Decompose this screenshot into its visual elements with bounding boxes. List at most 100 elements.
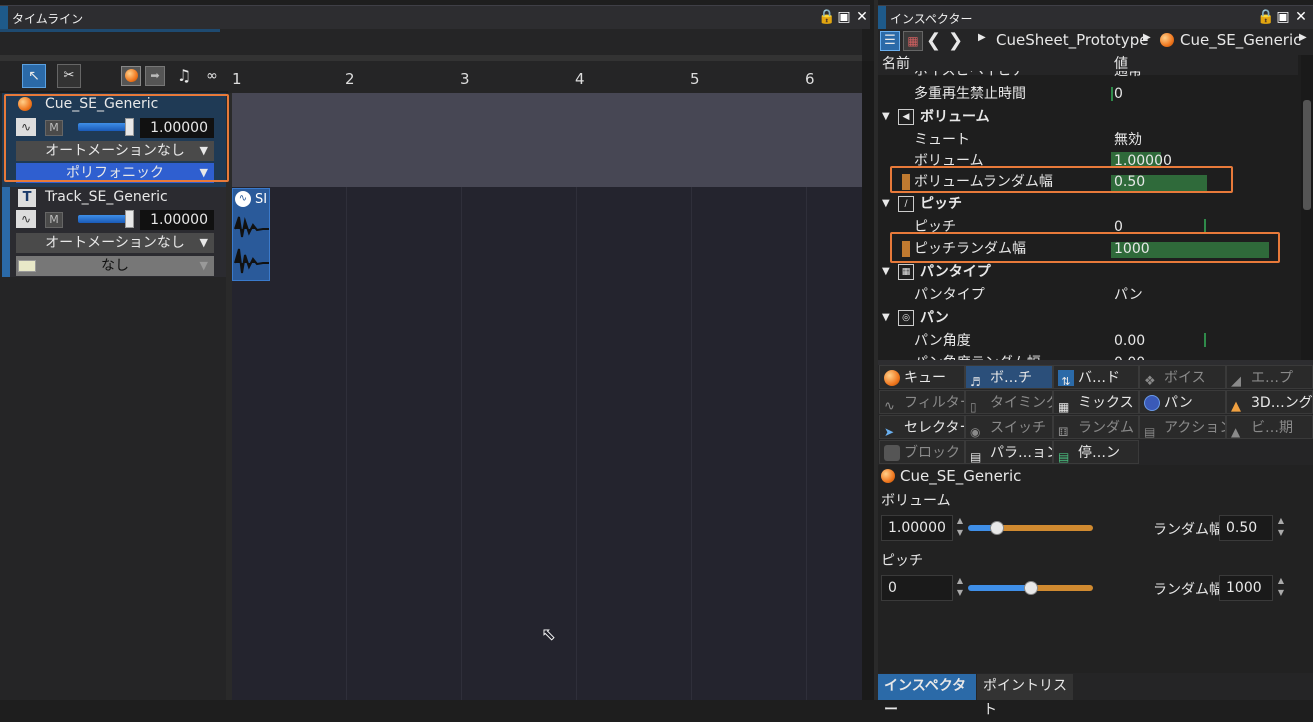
pitch-random-input[interactable]: 1000 (1219, 575, 1273, 601)
tab-timing[interactable]: ▯ タイミング (965, 390, 1053, 414)
envelope-icon: ◢ (1231, 374, 1241, 389)
pitch-random-spinner[interactable]: ▲ ▼ (1275, 575, 1287, 601)
cue-orb-icon[interactable] (121, 66, 141, 86)
volume-slider[interactable] (968, 525, 1093, 531)
pitch-slider-knob[interactable] (1024, 581, 1038, 595)
tab-beat-sync[interactable]: ▲ ビ…期 (1226, 415, 1313, 439)
volume-knob[interactable] (125, 210, 134, 228)
block-icon (884, 445, 900, 461)
history-icon[interactable]: ▦ (903, 31, 923, 51)
grid-line (461, 187, 462, 700)
property-row[interactable]: ボイスビヘイビア 通常 (878, 71, 1298, 83)
volume-random-highlight (890, 166, 1233, 193)
maximize-icon[interactable]: ▣ (836, 9, 852, 25)
chevron-down-icon: ▼ (199, 236, 208, 249)
beat-sync-icon: ▲ (1231, 425, 1241, 439)
tab-3d-positioning[interactable]: ▲ 3D…ング (1226, 390, 1313, 414)
collapse-icon[interactable]: ▼ (882, 106, 890, 128)
timeline-toolbar: ↖ ✂ ➡ ♫ ∞ (0, 61, 228, 91)
collapse-icon[interactable]: ▼ (882, 261, 890, 283)
tab-inspector[interactable]: インスペクター (878, 674, 976, 718)
mute-button[interactable]: M (45, 212, 63, 228)
audio-clip[interactable]: ∿ SI (232, 188, 270, 281)
grid-line (806, 187, 807, 700)
property-row[interactable]: パンタイプ パン (878, 284, 1298, 306)
breadcrumb-cuesheet[interactable]: CueSheet_Prototype (996, 31, 1148, 49)
list-icon[interactable]: ☰ (880, 31, 900, 51)
tab-mix[interactable]: ▦ ミックス (1053, 390, 1139, 414)
switch-icon: ◉ (970, 425, 981, 439)
scroll-thumb[interactable] (1303, 100, 1311, 210)
property-row[interactable]: パン角度 0.00 (878, 330, 1298, 352)
section-row[interactable]: ▼ ▦ パンタイプ (878, 261, 1298, 283)
property-row[interactable]: 多重再生禁止時間 0 (878, 83, 1298, 105)
random-icon: ⚅ (1058, 425, 1069, 439)
timeline-title: タイムライン (12, 12, 84, 26)
filter-icon: ∿ (884, 399, 895, 414)
section-row[interactable]: ▼ ◀ ボリューム (878, 106, 1298, 128)
tab-band[interactable]: ⇅ バ…ド (1053, 365, 1139, 389)
arrow-right-icon[interactable]: ➡ (145, 66, 165, 86)
ruler-tick: 5 (690, 70, 700, 88)
pitch-label: ピッチ (881, 553, 923, 569)
pin-icon[interactable]: 🔒 (1257, 9, 1274, 25)
automation-dropdown[interactable]: オートメーションなし ▼ (16, 233, 214, 253)
waveform (234, 216, 269, 274)
tab-switch[interactable]: ◉ スイッチ (965, 415, 1053, 439)
music-note-icon[interactable]: ♫ (174, 66, 194, 86)
volume-random-input[interactable]: 0.50 (1219, 515, 1273, 541)
property-value[interactable]: パン (1114, 284, 1143, 306)
mode-dropdown[interactable]: なし ▼ (16, 256, 214, 276)
pitch-input[interactable]: 0 (881, 575, 953, 601)
cue-lane[interactable] (228, 93, 862, 187)
section-row[interactable]: ▼ ◎ パン (878, 307, 1298, 329)
property-row[interactable]: パン角度ランダム幅 0.00 (878, 352, 1298, 360)
select-tool-icon[interactable]: ↖ (22, 64, 46, 88)
volume-random-spinner[interactable]: ▲ ▼ (1275, 515, 1287, 541)
tab-envelope[interactable]: ◢ エ…プ (1226, 365, 1313, 389)
tab-selector[interactable]: ➤セレクター (879, 415, 965, 439)
forward-icon[interactable]: ❯ (948, 29, 964, 53)
volume-value[interactable]: 1.00000 (140, 210, 214, 230)
cue-orb-icon (884, 370, 900, 386)
tab-filter[interactable]: ∿フィルター (879, 390, 965, 414)
pitch-spinner[interactable]: ▲ ▼ (954, 575, 966, 601)
tab-stop-action[interactable]: ▤ 停…ン (1053, 440, 1139, 464)
close-icon[interactable]: ✕ (854, 9, 870, 25)
close-icon[interactable]: ✕ (1293, 9, 1309, 25)
tab-parameter-automation[interactable]: ▤ パラ…ョン (965, 440, 1053, 464)
tab-action[interactable]: ▤アクション (1139, 415, 1226, 439)
link-icon[interactable]: ∞ (202, 66, 222, 86)
value-bar (1111, 87, 1113, 101)
waveform-icon[interactable]: ∿ (16, 210, 36, 228)
breadcrumb-cue[interactable]: Cue_SE_Generic (1180, 31, 1301, 49)
inspector-toolbar: ☰ ▦ ❮ ❯ ▶ CueSheet_Prototype ▶ Cue_SE_Ge… (878, 29, 1313, 55)
collapse-icon[interactable]: ▼ (882, 307, 890, 329)
tab-volume-pitch[interactable]: ♬ ボ…チ (965, 365, 1053, 389)
timeline-scrollbar[interactable] (862, 61, 874, 700)
volume-slider-knob[interactable] (990, 521, 1004, 535)
property-value[interactable]: 0 (1114, 83, 1123, 105)
property-value[interactable]: 0.00 (1114, 330, 1145, 352)
volume-input[interactable]: 1.00000 (881, 515, 953, 541)
volume-spinner[interactable]: ▲ ▼ (954, 515, 966, 541)
lane-splitter[interactable] (226, 93, 232, 700)
tab-block[interactable]: ブロック (879, 440, 965, 464)
split-tool-icon[interactable]: ✂ (57, 64, 81, 88)
volume-label: ボリューム (881, 493, 951, 509)
pitch-icon: ∕ (898, 196, 914, 212)
tab-pan[interactable]: パン (1139, 390, 1226, 414)
back-icon[interactable]: ❮ (926, 29, 942, 53)
section-row[interactable]: ▼ ∕ ピッチ (878, 193, 1298, 215)
tab-cue[interactable]: キュー (879, 365, 965, 389)
tab-point-list[interactable]: ポイントリスト (977, 674, 1073, 718)
timeline-ruler[interactable] (228, 61, 862, 93)
property-value[interactable]: 無効 (1114, 129, 1142, 151)
collapse-icon[interactable]: ▼ (882, 193, 890, 215)
tab-voice[interactable]: ❖ ボイス (1139, 365, 1226, 389)
maximize-icon[interactable]: ▣ (1275, 9, 1291, 25)
tab-random[interactable]: ⚅ ランダム (1053, 415, 1139, 439)
property-scrollbar[interactable] (1301, 55, 1313, 360)
pin-icon[interactable]: 🔒 (818, 9, 835, 25)
property-row[interactable]: ミュート 無効 (878, 129, 1298, 151)
